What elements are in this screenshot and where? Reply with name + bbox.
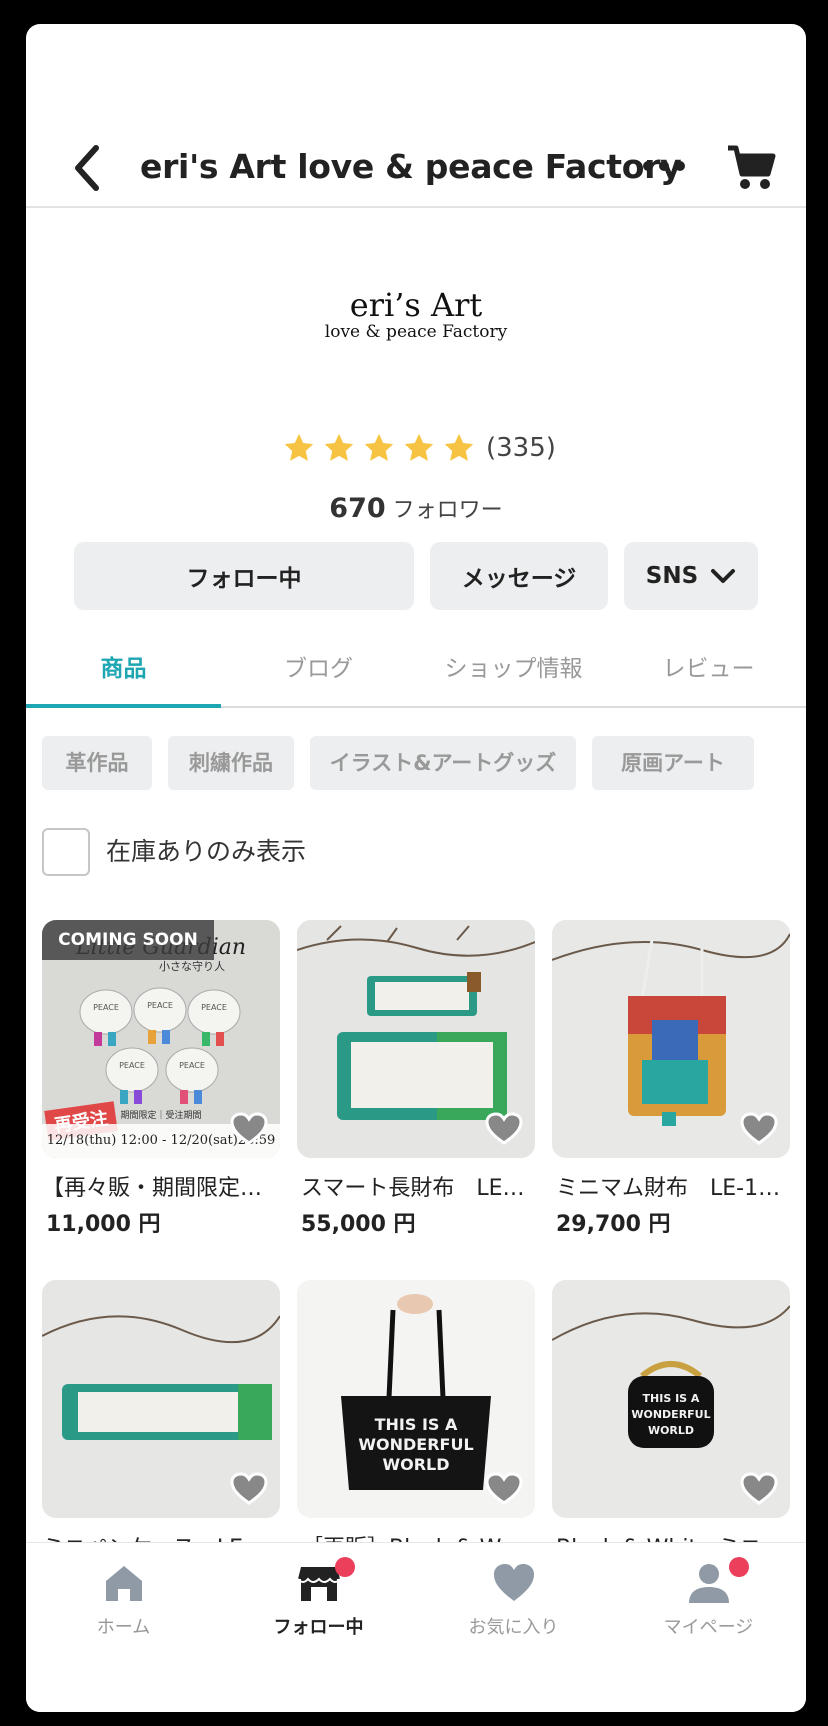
product-price: 55,000 円: [301, 1212, 416, 1237]
message-button[interactable]: メッセージ: [430, 542, 608, 610]
shop-logo-main: eri’s Art: [349, 286, 483, 324]
product-image[interactable]: [42, 1280, 280, 1518]
bottom-navigation: ホーム フォロー中 お気に入り マイページ: [26, 1542, 806, 1712]
heart-icon: [485, 1472, 523, 1505]
category-chip[interactable]: 刺繍作品: [168, 736, 294, 790]
product-name[interactable]: 【再々販・期間限定…: [42, 1174, 280, 1204]
tab-blog[interactable]: ブログ: [221, 644, 416, 708]
heart-icon: [494, 1564, 534, 1601]
heart-icon: [740, 1472, 778, 1505]
star-icon: [324, 433, 354, 461]
stock-only-label: 在庫ありのみ表示: [106, 837, 307, 866]
heart-icon: [230, 1112, 268, 1145]
more-button[interactable]: [640, 154, 688, 178]
notification-dot: [335, 1557, 355, 1577]
nav-following[interactable]: フォロー中: [221, 1543, 416, 1653]
svg-text:WONDERFUL: WONDERFUL: [631, 1408, 710, 1421]
nav-following-label: フォロー中: [273, 1617, 364, 1638]
favorite-button[interactable]: [740, 1472, 778, 1506]
svg-text:PEACE: PEACE: [179, 1061, 205, 1070]
rating-count: (335): [486, 433, 556, 463]
svg-text:WORLD: WORLD: [382, 1455, 449, 1474]
category-chip[interactable]: 原画アート: [592, 736, 754, 790]
cart-icon: [728, 145, 776, 189]
tab-products[interactable]: 商品: [26, 644, 221, 708]
shop-rating[interactable]: (335): [282, 430, 556, 466]
sns-label: SNS: [645, 563, 699, 589]
app-screen: eri's Art love & peace Factory eri’s Art…: [26, 24, 806, 1712]
favorite-button[interactable]: [485, 1112, 523, 1146]
product-image[interactable]: [297, 920, 535, 1158]
overlay-subtitle: 小さな守り人: [159, 959, 225, 973]
overlay-note: 期間限定｜受注期間: [120, 1109, 201, 1121]
favorite-button[interactable]: [230, 1472, 268, 1506]
favorite-button[interactable]: [740, 1112, 778, 1146]
heart-icon: [230, 1472, 268, 1505]
product-name[interactable]: スマート長財布 LE…: [301, 1174, 539, 1204]
coming-soon-badge: COMING SOON: [42, 920, 214, 960]
favorite-button[interactable]: [230, 1112, 268, 1146]
nav-home-label: ホーム: [96, 1617, 151, 1638]
nav-favorites-label: お気に入り: [468, 1617, 559, 1638]
nav-mypage[interactable]: マイページ: [611, 1543, 806, 1653]
svg-text:WORLD: WORLD: [648, 1424, 694, 1437]
more-dots-icon: [643, 161, 685, 171]
category-chip[interactable]: 革作品: [42, 736, 152, 790]
cart-button[interactable]: [726, 142, 776, 192]
favorite-button[interactable]: [485, 1472, 523, 1506]
nav-home[interactable]: ホーム: [26, 1543, 221, 1653]
nav-favorites[interactable]: お気に入り: [416, 1543, 611, 1653]
star-icon: [284, 433, 314, 461]
star-icon: [404, 433, 434, 461]
home-icon: [106, 1566, 142, 1601]
svg-text:WONDERFUL: WONDERFUL: [358, 1435, 473, 1454]
tab-reviews[interactable]: レビュー: [611, 644, 806, 708]
product-price: 11,000 円: [46, 1212, 161, 1237]
svg-text:PEACE: PEACE: [201, 1003, 227, 1012]
stock-only-checkbox[interactable]: [42, 828, 90, 876]
svg-text:PEACE: PEACE: [147, 1001, 173, 1010]
product-name[interactable]: ミニマム財布 LE-1…: [556, 1174, 794, 1204]
top-bar: eri's Art love & peace Factory: [26, 24, 806, 208]
heart-icon: [740, 1112, 778, 1145]
product-image[interactable]: THIS IS A WONDERFUL WORLD: [552, 1280, 790, 1518]
heart-icon: [485, 1112, 523, 1145]
product-image[interactable]: [552, 920, 790, 1158]
svg-text:THIS IS A: THIS IS A: [643, 1392, 700, 1405]
category-chip[interactable]: イラスト&アートグッズ: [310, 736, 576, 790]
follower-count: 670 フォロワー: [26, 492, 806, 524]
follower-label: フォロワー: [392, 498, 503, 523]
nav-mypage-label: マイページ: [663, 1617, 754, 1638]
star-icon: [444, 433, 474, 461]
product-price: 29,700 円: [556, 1212, 671, 1237]
product-image[interactable]: Little Guardian 小さな守り人 PEACEPEACEPEACE P…: [42, 920, 280, 1158]
sns-button[interactable]: SNS: [624, 542, 758, 610]
star-icon: [364, 433, 394, 461]
chevron-down-icon: [711, 569, 736, 583]
back-button[interactable]: [66, 140, 110, 196]
user-icon: [689, 1564, 729, 1603]
svg-text:PEACE: PEACE: [119, 1061, 145, 1070]
notification-dot: [729, 1557, 749, 1577]
svg-text:THIS IS A: THIS IS A: [375, 1415, 458, 1434]
follower-number: 670: [329, 493, 386, 524]
shop-tabs: 商品 ブログ ショップ情報 レビュー: [26, 644, 806, 708]
product-image[interactable]: THIS IS A WONDERFUL WORLD: [297, 1280, 535, 1518]
active-tab-indicator: [26, 704, 221, 708]
chevron-left-icon: [75, 145, 99, 191]
shop-logo-sub: love & peace Factory: [324, 322, 508, 342]
follow-button[interactable]: フォロー中: [74, 542, 414, 610]
tab-shop-info[interactable]: ショップ情報: [416, 644, 611, 708]
svg-text:PEACE: PEACE: [93, 1003, 119, 1012]
shop-title: eri's Art love & peace Factory: [140, 147, 682, 186]
